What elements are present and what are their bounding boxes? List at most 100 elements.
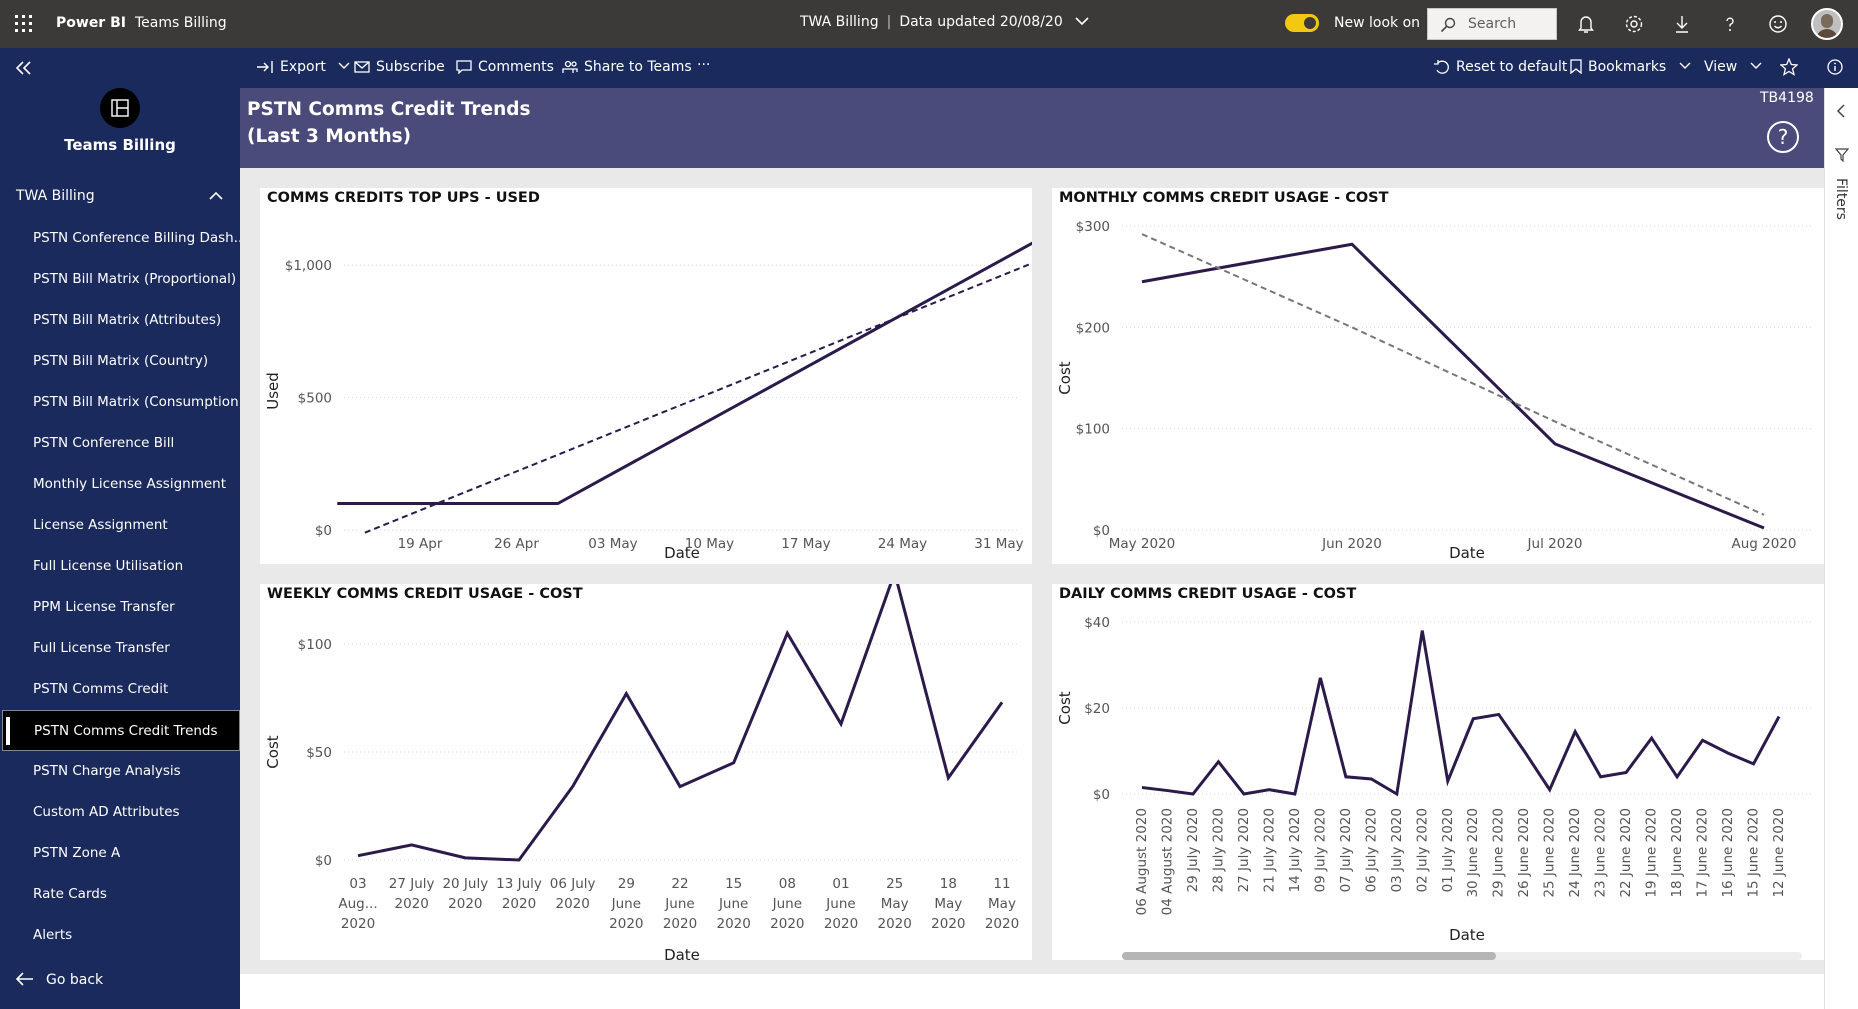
x-tick-label: June xyxy=(825,896,855,912)
help-icon[interactable] xyxy=(1718,12,1742,36)
info-icon[interactable] xyxy=(1827,59,1843,75)
y-tick-label: $20 xyxy=(1084,701,1110,717)
chevron-left-icon[interactable] xyxy=(1836,104,1846,118)
x-tick-label: 02 July 2020 xyxy=(1414,808,1430,892)
nav-item[interactable]: PSTN Bill Matrix (Attributes) xyxy=(0,300,240,341)
series-line xyxy=(1141,242,1765,530)
brand-name[interactable]: Power BI xyxy=(56,15,126,31)
nav-item[interactable]: Rate Cards xyxy=(0,874,240,915)
search-placeholder: Search xyxy=(1468,16,1517,32)
chevron-down-icon xyxy=(1075,17,1089,26)
favorite-star-icon[interactable] xyxy=(1780,58,1798,76)
x-axis-title: Date xyxy=(664,946,700,960)
chart-daily: $0 $20 $40 Cost Date 06 August 2020 04 August … xyxy=(1056,615,1812,960)
new-look-toggle[interactable] xyxy=(1285,14,1319,32)
x-tick-label: 29 July 2020 xyxy=(1185,808,1201,892)
chevron-up-icon[interactable] xyxy=(208,191,224,201)
x-tick-label: Aug 2020 xyxy=(1731,536,1796,552)
notifications-icon[interactable] xyxy=(1574,12,1598,36)
chevron-down-icon xyxy=(1750,62,1762,69)
share-to-teams-button[interactable]: Share to Teams xyxy=(562,59,692,75)
more-options-button[interactable]: ··· xyxy=(697,57,710,73)
help-button[interactable]: ? xyxy=(1767,121,1799,153)
x-tick-label: 19 Apr xyxy=(398,536,443,552)
x-tick-label: 06 August 2020 xyxy=(1134,808,1150,915)
filters-pane[interactable]: Filters xyxy=(1824,88,1858,1009)
x-tick-label: June xyxy=(772,896,802,912)
filters-label: Filters xyxy=(1833,178,1849,220)
x-tick-label: 31 May xyxy=(974,536,1023,552)
scrollbar-thumb[interactable] xyxy=(1122,952,1496,960)
subscribe-label: Subscribe xyxy=(376,59,445,75)
export-button[interactable]: Export xyxy=(256,59,356,75)
nav-item[interactable]: Alerts xyxy=(0,915,240,956)
x-tick-label: 14 July 2020 xyxy=(1287,808,1303,892)
nav-item[interactable]: PSTN Bill Matrix (Proportional) xyxy=(0,259,240,300)
nav-item[interactable]: PSTN Bill Matrix (Country) xyxy=(0,341,240,382)
x-tick-label: 28 July 2020 xyxy=(1210,808,1226,892)
app-title: Teams Billing xyxy=(64,136,176,154)
feedback-smiley-icon[interactable] xyxy=(1766,12,1790,36)
visual-monthly[interactable]: MONTHLY COMMS CREDIT USAGE - COST $0 $100… xyxy=(1052,188,1824,564)
nav-item[interactable]: PPM License Transfer xyxy=(0,587,240,628)
x-tick-label: 29 xyxy=(618,876,635,892)
x-tick-label: 19 June 2020 xyxy=(1644,808,1660,898)
y-axis-title: Cost xyxy=(1056,361,1074,394)
nav-item[interactable]: Custom AD Attributes xyxy=(0,792,240,833)
x-tick-label: 23 June 2020 xyxy=(1593,808,1609,898)
x-axis-title: Date xyxy=(1449,926,1485,944)
user-avatar[interactable] xyxy=(1811,8,1843,40)
app-logo-icon xyxy=(111,99,129,117)
settings-gear-icon[interactable] xyxy=(1622,12,1646,36)
nav-item[interactable]: License Assignment xyxy=(0,505,240,546)
bookmarks-button[interactable]: Bookmarks xyxy=(1570,59,1697,75)
search-box[interactable]: Search xyxy=(1427,8,1557,40)
workspace-name[interactable]: Teams Billing xyxy=(135,15,227,31)
page-title-line1: PSTN Comms Credit Trends xyxy=(247,99,531,120)
y-tick-label: $0 xyxy=(315,853,332,869)
report-info[interactable]: TWA Billing | Data updated 20/08/20 xyxy=(800,14,1089,30)
x-tick-label: May xyxy=(934,896,962,912)
nav-item[interactable]: PSTN Zone A xyxy=(0,833,240,874)
collapse-nav-icon[interactable] xyxy=(14,58,34,78)
y-tick-label: $100 xyxy=(1076,422,1110,438)
nav-item[interactable]: PSTN Bill Matrix (Consumption) xyxy=(0,382,240,423)
y-tick-label: $0 xyxy=(1093,787,1110,803)
download-icon[interactable] xyxy=(1670,12,1694,36)
series-line xyxy=(1141,630,1781,797)
view-menu-button[interactable]: View xyxy=(1704,59,1768,75)
subscribe-button[interactable]: Subscribe xyxy=(354,59,445,75)
action-bar: Export Subscribe Comments Share to Teams… xyxy=(240,48,1858,88)
nav-item[interactable]: Full License Utilisation xyxy=(0,546,240,587)
visual-daily[interactable]: DAILY COMMS CREDIT USAGE - COST $0 $20 $40… xyxy=(1052,584,1824,960)
visual-topups[interactable]: COMMS CREDITS TOP UPS - USED $0 $500 $1,00… xyxy=(260,188,1032,564)
x-tick-label: 2020 xyxy=(394,896,428,912)
visual-weekly[interactable]: WEEKLY COMMS CREDIT USAGE - COST $0 $50 $1… xyxy=(260,584,1032,960)
nav-group-label[interactable]: TWA Billing xyxy=(16,188,95,204)
nav-item[interactable]: PSTN Comms Credit Trends xyxy=(2,710,240,751)
bookmarks-label: Bookmarks xyxy=(1588,59,1667,75)
y-tick-label: $50 xyxy=(306,745,332,761)
x-tick-label: 08 xyxy=(779,876,796,892)
nav-item[interactable]: Full License Transfer xyxy=(0,628,240,669)
nav-item[interactable]: PSTN Comms Credit xyxy=(0,669,240,710)
reset-to-default-button[interactable]: Reset to default xyxy=(1434,59,1567,75)
nav-item[interactable]: PSTN Charge Analysis xyxy=(0,751,240,792)
nav-item[interactable]: PSTN Conference Bill xyxy=(0,423,240,464)
x-tick-label: 2020 xyxy=(716,916,750,932)
nav-item[interactable]: PSTN Conference Billing Dash... xyxy=(0,218,240,259)
x-tick-label: 2020 xyxy=(663,916,697,932)
y-axis-title: Cost xyxy=(1056,691,1074,724)
page-title: PSTN Comms Credit Trends (Last 3 Months) xyxy=(247,96,531,150)
nav-item[interactable]: Monthly License Assignment xyxy=(0,464,240,505)
filter-icon xyxy=(1835,148,1849,162)
x-tick-label: 26 Apr xyxy=(494,536,539,552)
x-tick-label: 03 July 2020 xyxy=(1389,808,1405,892)
series-line xyxy=(357,584,1004,862)
app-launcher-icon[interactable] xyxy=(14,14,34,34)
y-tick-label: $0 xyxy=(1093,523,1110,539)
comment-icon xyxy=(456,60,472,75)
go-back-link[interactable]: Go back xyxy=(15,972,103,988)
comments-button[interactable]: Comments xyxy=(456,59,554,75)
x-tick-label: 06 July 2020 xyxy=(1363,808,1379,892)
